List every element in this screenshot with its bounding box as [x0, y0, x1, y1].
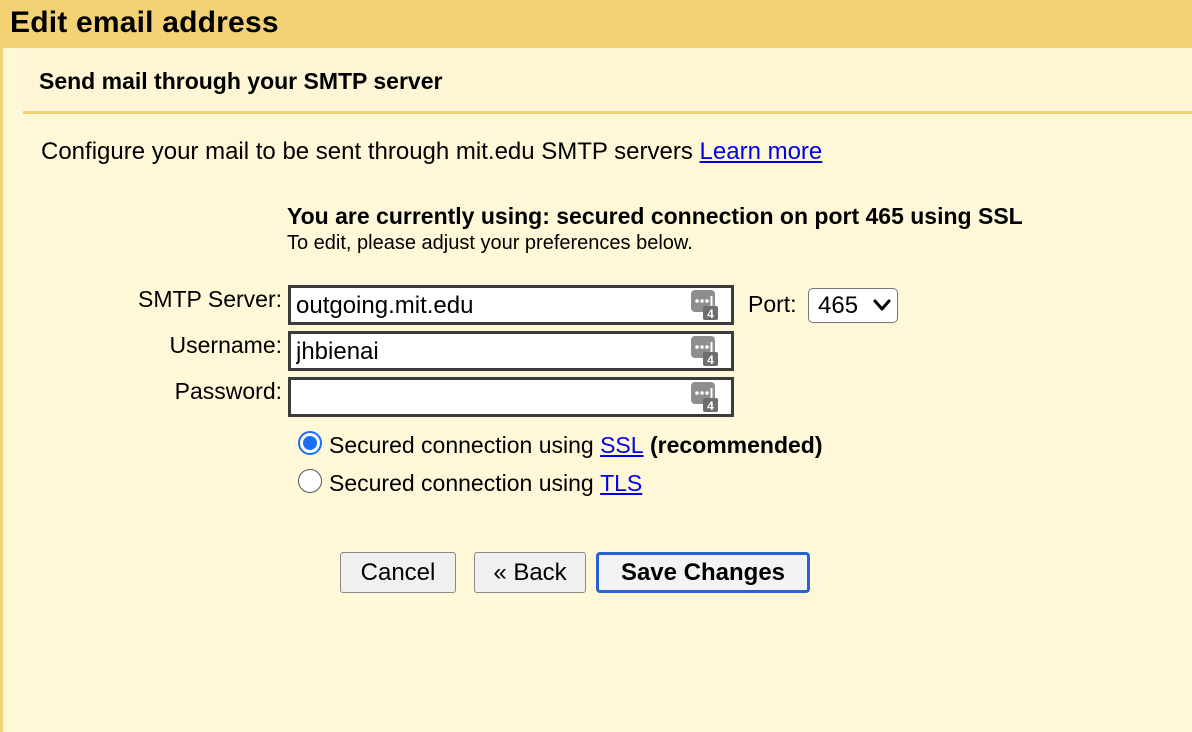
password-manager-icon[interactable]: 4	[690, 335, 720, 367]
password-manager-badge: 4	[707, 353, 714, 367]
password-manager-icon[interactable]: 4	[690, 289, 720, 321]
port-value: 465	[818, 292, 859, 319]
learn-more-link[interactable]: Learn more	[700, 138, 823, 165]
save-changes-button[interactable]: Save Changes	[596, 552, 810, 593]
cancel-button[interactable]: Cancel	[340, 552, 456, 593]
password-label: Password:	[174, 378, 282, 404]
intro-label: Configure your mail to be sent through m…	[41, 138, 693, 165]
password-manager-icon[interactable]: 4	[690, 381, 720, 413]
edit-hint: To edit, please adjust your preferences …	[287, 232, 693, 254]
ssl-radio[interactable]	[298, 430, 322, 455]
ssl-option[interactable]: Secured connection using SSL (recommende…	[298, 430, 823, 459]
tls-radio[interactable]	[298, 468, 322, 493]
password-manager-badge: 4	[707, 399, 714, 413]
ssl-option-label: Secured connection using	[329, 432, 594, 458]
password-manager-badge: 4	[707, 307, 714, 321]
tls-option[interactable]: Secured connection using TLS	[298, 468, 642, 497]
section-header: Send mail through your SMTP server	[23, 48, 1192, 114]
tls-option-label: Secured connection using	[329, 470, 594, 496]
password-input[interactable]	[288, 377, 734, 417]
tls-link[interactable]: TLS	[600, 470, 642, 497]
current-status: You are currently using: secured connect…	[287, 203, 1023, 229]
username-input[interactable]	[288, 331, 734, 371]
back-button[interactable]: « Back	[474, 552, 586, 593]
smtp-server-label: SMTP Server:	[138, 286, 282, 312]
title-bar: Edit email address	[0, 0, 1192, 48]
ssl-recommended-note: (recommended)	[649, 432, 823, 458]
chevron-down-icon	[873, 299, 891, 311]
username-label: Username:	[169, 332, 282, 358]
page-title: Edit email address	[10, 6, 279, 39]
intro-text: Configure your mail to be sent through m…	[41, 138, 822, 166]
ssl-link[interactable]: SSL	[600, 432, 643, 459]
port-label: Port:	[748, 291, 797, 317]
smtp-server-input[interactable]	[288, 285, 734, 325]
port-select[interactable]: 465	[808, 288, 898, 323]
section-heading: Send mail through your SMTP server	[39, 68, 443, 94]
